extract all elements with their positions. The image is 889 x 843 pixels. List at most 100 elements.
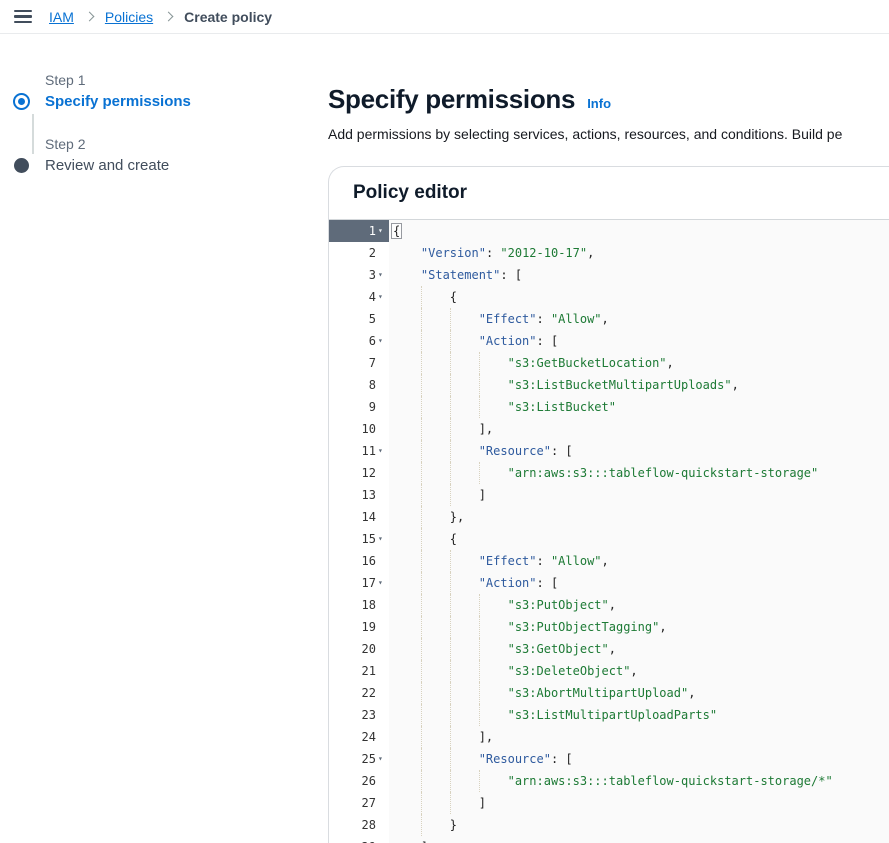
line-number-6[interactable]: 6▾ — [329, 330, 389, 352]
code-line-2[interactable]: 2 "Version": "2012-10-17", — [329, 242, 889, 264]
code-content[interactable]: { — [389, 220, 889, 242]
line-number-18[interactable]: 18 — [329, 594, 389, 616]
line-number-25[interactable]: 25▾ — [329, 748, 389, 770]
code-line-24[interactable]: 24 ], — [329, 726, 889, 748]
code-content[interactable]: "s3:DeleteObject", — [389, 660, 889, 682]
line-number-2[interactable]: 2 — [329, 242, 389, 264]
code-content[interactable]: "Effect": "Allow", — [389, 308, 889, 330]
code-line-22[interactable]: 22 "s3:AbortMultipartUpload", — [329, 682, 889, 704]
code-line-25[interactable]: 25▾ "Resource": [ — [329, 748, 889, 770]
code-line-13[interactable]: 13 ] — [329, 484, 889, 506]
code-line-16[interactable]: 16 "Effect": "Allow", — [329, 550, 889, 572]
step-title-specify-permissions[interactable]: Specify permissions — [45, 92, 302, 112]
line-number-7[interactable]: 7 — [329, 352, 389, 374]
code-content[interactable]: "s3:GetBucketLocation", — [389, 352, 889, 374]
code-line-3[interactable]: 3▾ "Statement": [ — [329, 264, 889, 286]
line-number-1[interactable]: 1▾ — [329, 220, 389, 242]
code-content[interactable]: ] — [389, 792, 889, 814]
code-line-27[interactable]: 27 ] — [329, 792, 889, 814]
code-content[interactable]: { — [389, 286, 889, 308]
code-content[interactable]: ], — [389, 418, 889, 440]
code-line-18[interactable]: 18 "s3:PutObject", — [329, 594, 889, 616]
line-number-22[interactable]: 22 — [329, 682, 389, 704]
fold-arrow-icon[interactable]: ▾ — [376, 528, 389, 550]
code-line-29[interactable]: 29 ] — [329, 836, 889, 843]
code-line-7[interactable]: 7 "s3:GetBucketLocation", — [329, 352, 889, 374]
code-line-21[interactable]: 21 "s3:DeleteObject", — [329, 660, 889, 682]
line-number-19[interactable]: 19 — [329, 616, 389, 638]
line-number-16[interactable]: 16 — [329, 550, 389, 572]
code-content[interactable]: "s3:ListMultipartUploadParts" — [389, 704, 889, 726]
line-number-14[interactable]: 14 — [329, 506, 389, 528]
code-line-26[interactable]: 26 "arn:aws:s3:::tableflow-quickstart-st… — [329, 770, 889, 792]
code-content[interactable]: "s3:GetObject", — [389, 638, 889, 660]
code-content[interactable]: "Statement": [ — [389, 264, 889, 286]
line-number-20[interactable]: 20 — [329, 638, 389, 660]
fold-arrow-icon[interactable]: ▾ — [376, 440, 389, 462]
code-content[interactable]: "Version": "2012-10-17", — [389, 242, 889, 264]
line-number-11[interactable]: 11▾ — [329, 440, 389, 462]
code-content[interactable]: "s3:PutObject", — [389, 594, 889, 616]
breadcrumb-link-policies[interactable]: Policies — [105, 9, 153, 25]
line-number-10[interactable]: 10 — [329, 418, 389, 440]
code-content[interactable]: }, — [389, 506, 889, 528]
menu-icon[interactable] — [14, 8, 32, 26]
line-number-8[interactable]: 8 — [329, 374, 389, 396]
code-content[interactable]: "Resource": [ — [389, 440, 889, 462]
code-content[interactable]: "arn:aws:s3:::tableflow-quickstart-stora… — [389, 462, 889, 484]
code-content[interactable]: "Resource": [ — [389, 748, 889, 770]
line-number-29[interactable]: 29 — [329, 836, 389, 843]
step-2-review-and-create[interactable]: Step 2 Review and create — [12, 134, 302, 176]
fold-arrow-icon[interactable]: ▾ — [376, 220, 389, 242]
code-line-4[interactable]: 4▾ { — [329, 286, 889, 308]
info-link[interactable]: Info — [587, 96, 611, 111]
step-1-specify-permissions[interactable]: Step 1 Specify permissions — [12, 70, 302, 112]
line-number-5[interactable]: 5 — [329, 308, 389, 330]
code-line-8[interactable]: 8 "s3:ListBucketMultipartUploads", — [329, 374, 889, 396]
line-number-21[interactable]: 21 — [329, 660, 389, 682]
line-number-13[interactable]: 13 — [329, 484, 389, 506]
step-title-review-and-create[interactable]: Review and create — [45, 156, 302, 176]
fold-arrow-icon[interactable]: ▾ — [376, 748, 389, 770]
code-line-10[interactable]: 10 ], — [329, 418, 889, 440]
line-number-3[interactable]: 3▾ — [329, 264, 389, 286]
code-content[interactable]: "s3:ListBucket" — [389, 396, 889, 418]
code-line-5[interactable]: 5 "Effect": "Allow", — [329, 308, 889, 330]
line-number-28[interactable]: 28 — [329, 814, 389, 836]
code-content[interactable]: "s3:AbortMultipartUpload", — [389, 682, 889, 704]
fold-arrow-icon[interactable]: ▾ — [376, 572, 389, 594]
line-number-9[interactable]: 9 — [329, 396, 389, 418]
line-number-26[interactable]: 26 — [329, 770, 389, 792]
code-line-14[interactable]: 14 }, — [329, 506, 889, 528]
code-content[interactable]: "Action": [ — [389, 572, 889, 594]
line-number-17[interactable]: 17▾ — [329, 572, 389, 594]
fold-arrow-icon[interactable]: ▾ — [376, 330, 389, 352]
code-line-15[interactable]: 15▾ { — [329, 528, 889, 550]
code-line-6[interactable]: 6▾ "Action": [ — [329, 330, 889, 352]
code-line-17[interactable]: 17▾ "Action": [ — [329, 572, 889, 594]
code-line-23[interactable]: 23 "s3:ListMultipartUploadParts" — [329, 704, 889, 726]
line-number-12[interactable]: 12 — [329, 462, 389, 484]
line-number-24[interactable]: 24 — [329, 726, 389, 748]
code-content[interactable]: ], — [389, 726, 889, 748]
line-number-27[interactable]: 27 — [329, 792, 389, 814]
json-code-editor[interactable]: 1▾{2 "Version": "2012-10-17",3▾ "Stateme… — [329, 219, 889, 843]
code-content[interactable]: "arn:aws:s3:::tableflow-quickstart-stora… — [389, 770, 889, 792]
code-content[interactable]: } — [389, 814, 889, 836]
code-line-1[interactable]: 1▾{ — [329, 220, 889, 242]
code-content[interactable]: "Effect": "Allow", — [389, 550, 889, 572]
line-number-4[interactable]: 4▾ — [329, 286, 389, 308]
code-line-9[interactable]: 9 "s3:ListBucket" — [329, 396, 889, 418]
line-number-23[interactable]: 23 — [329, 704, 389, 726]
code-line-20[interactable]: 20 "s3:GetObject", — [329, 638, 889, 660]
breadcrumb-link-iam[interactable]: IAM — [49, 9, 74, 25]
line-number-15[interactable]: 15▾ — [329, 528, 389, 550]
code-line-12[interactable]: 12 "arn:aws:s3:::tableflow-quickstart-st… — [329, 462, 889, 484]
fold-arrow-icon[interactable]: ▾ — [376, 264, 389, 286]
code-line-19[interactable]: 19 "s3:PutObjectTagging", — [329, 616, 889, 638]
code-content[interactable]: ] — [389, 836, 889, 843]
code-content[interactable]: ] — [389, 484, 889, 506]
code-line-11[interactable]: 11▾ "Resource": [ — [329, 440, 889, 462]
code-content[interactable]: "s3:ListBucketMultipartUploads", — [389, 374, 889, 396]
code-content[interactable]: { — [389, 528, 889, 550]
